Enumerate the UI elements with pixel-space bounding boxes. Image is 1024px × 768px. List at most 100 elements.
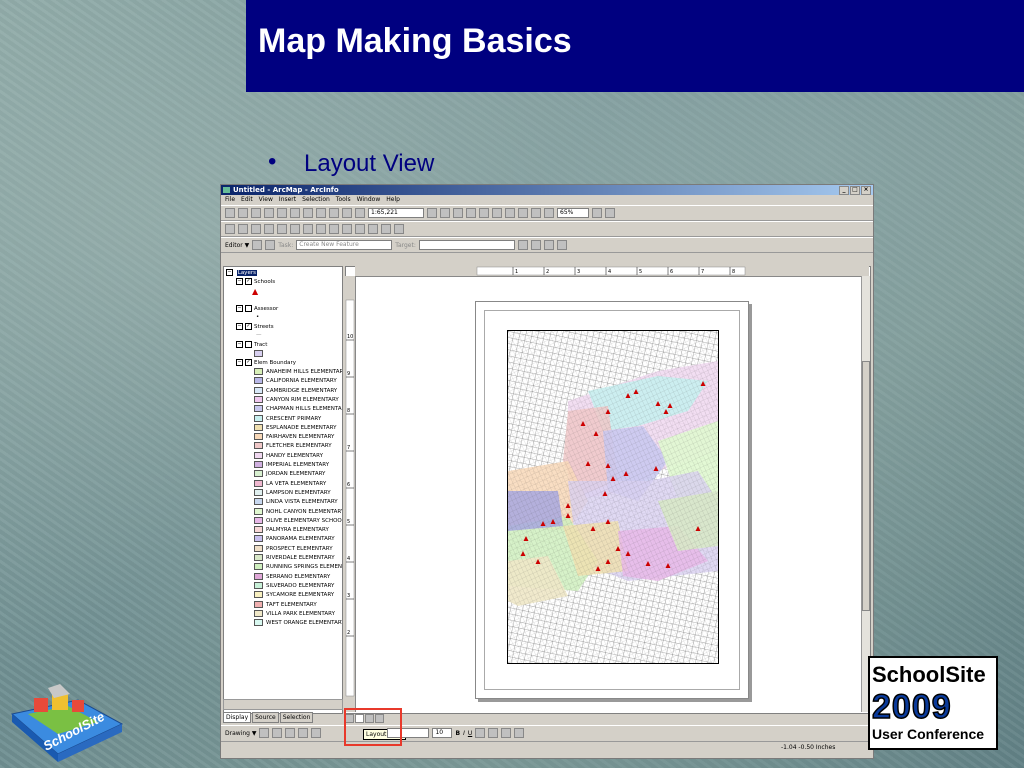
collapse-icon[interactable]: − — [226, 269, 233, 276]
layers-title[interactable]: Layers — [236, 270, 257, 276]
add-data-icon[interactable] — [355, 208, 365, 218]
layer-checkbox[interactable]: ✓ — [245, 278, 252, 285]
italic-button[interactable]: I — [463, 730, 465, 737]
cut-icon[interactable] — [277, 208, 287, 218]
full-extent-icon[interactable] — [290, 224, 300, 234]
font-color-icon[interactable] — [475, 728, 486, 738]
layer-checkbox[interactable] — [245, 305, 252, 312]
zoom-out-icon[interactable] — [238, 224, 248, 234]
paste-icon[interactable] — [303, 208, 313, 218]
layer-tract[interactable]: − Tract — [236, 341, 267, 350]
zoom-to-selected-icon[interactable] — [285, 728, 296, 738]
legend-item: OLIVE ELEMENTARY SCHOOL — [254, 516, 342, 526]
measure-icon[interactable] — [381, 224, 391, 234]
open-icon[interactable] — [238, 208, 248, 218]
attributes-icon[interactable] — [543, 240, 554, 250]
split-tool-icon[interactable] — [517, 240, 528, 250]
delete-icon[interactable] — [316, 208, 326, 218]
hyperlink-icon[interactable] — [394, 224, 404, 234]
toggle-draft-icon[interactable] — [531, 208, 541, 218]
tab-display[interactable]: Display — [223, 712, 252, 723]
select-elements-arrow-icon[interactable] — [259, 728, 270, 738]
layer-checkbox[interactable]: ✓ — [245, 323, 252, 330]
layers-root[interactable]: − Layers — [226, 269, 257, 278]
change-layout-icon[interactable] — [592, 208, 602, 218]
font-size-combo[interactable]: 10 — [432, 728, 453, 738]
menu-tools[interactable]: Tools — [336, 195, 351, 205]
undo-icon[interactable] — [329, 208, 339, 218]
whats-this-icon[interactable] — [466, 208, 476, 218]
editor-menu[interactable]: Editor ▼ — [225, 242, 249, 249]
command-line-icon[interactable] — [453, 208, 463, 218]
tab-selection[interactable]: Selection — [279, 712, 314, 723]
data-frame-map[interactable] — [507, 330, 719, 664]
rotate-icon[interactable] — [272, 728, 283, 738]
menu-view[interactable]: View — [259, 195, 273, 205]
find-icon[interactable] — [368, 224, 378, 234]
collapse-icon[interactable]: − — [236, 359, 243, 366]
sketch-tool-icon[interactable] — [265, 240, 276, 250]
toc-horizontal-scrollbar[interactable] — [223, 699, 343, 710]
zoom-combo[interactable]: 65% — [557, 208, 589, 218]
new-icon[interactable] — [225, 208, 235, 218]
target-combo[interactable] — [418, 240, 515, 250]
layer-streets[interactable]: − ✓ Streets — [236, 323, 274, 332]
collapse-icon[interactable]: − — [236, 323, 243, 330]
select-elements-icon[interactable] — [342, 224, 352, 234]
menu-window[interactable]: Window — [357, 195, 381, 205]
minimize-button[interactable]: _ — [839, 186, 849, 195]
line-color-icon[interactable] — [501, 728, 512, 738]
fixed-zoom-out-icon[interactable] — [264, 224, 274, 234]
edit-tool-icon[interactable] — [252, 240, 263, 250]
legend-item: ANAHEIM HILLS ELEMENTARY — [254, 368, 342, 377]
menu-insert[interactable]: Insert — [279, 195, 296, 205]
underline-button[interactable]: U — [468, 730, 472, 737]
legend-swatch — [254, 609, 263, 617]
print-icon[interactable] — [264, 208, 274, 218]
layer-checkbox[interactable] — [245, 341, 252, 348]
redo-icon[interactable] — [342, 208, 352, 218]
menu-file[interactable]: File — [225, 195, 235, 205]
focus-frame-icon[interactable] — [544, 208, 554, 218]
close-button[interactable]: × — [861, 186, 871, 195]
layer-elem-boundary[interactable]: − ✓ Elem Boundary — [236, 359, 296, 368]
back-extent-icon[interactable] — [303, 224, 313, 234]
editor-toolbar-icon[interactable] — [427, 208, 437, 218]
bold-button[interactable]: B — [455, 730, 460, 737]
fill-color-icon[interactable] — [488, 728, 499, 738]
forward-extent-icon[interactable] — [316, 224, 326, 234]
marker-color-icon[interactable] — [514, 728, 525, 738]
copy-icon[interactable] — [290, 208, 300, 218]
collapse-icon[interactable]: − — [236, 341, 243, 348]
scrollbar-thumb[interactable] — [862, 361, 870, 611]
layout-vertical-scrollbar[interactable] — [861, 276, 870, 712]
layout-settings-icon[interactable] — [605, 208, 615, 218]
zoom-whole-page-icon[interactable] — [479, 208, 489, 218]
task-combo[interactable]: Create New Feature — [296, 240, 393, 250]
menu-help[interactable]: Help — [386, 195, 400, 205]
zoom-100-icon[interactable] — [518, 208, 528, 218]
layer-checkbox[interactable]: ✓ — [245, 359, 252, 366]
zoom-in-fixed-icon[interactable] — [492, 208, 502, 218]
menu-selection[interactable]: Selection — [302, 195, 330, 205]
sketch-properties-icon[interactable] — [556, 240, 567, 250]
select-features-icon[interactable] — [329, 224, 339, 234]
fixed-zoom-in-icon[interactable] — [251, 224, 261, 234]
tab-source[interactable]: Source — [252, 712, 279, 723]
layer-schools[interactable]: − ✓ Schools — [236, 278, 275, 287]
drawing-menu[interactable]: Drawing ▼ — [225, 730, 256, 737]
collapse-icon[interactable]: − — [236, 305, 243, 312]
rotate-tool-icon[interactable] — [530, 240, 541, 250]
pan-icon[interactable] — [277, 224, 287, 234]
arctoolbox-icon[interactable] — [440, 208, 450, 218]
maximize-button[interactable]: □ — [850, 186, 860, 195]
collapse-icon[interactable]: − — [236, 278, 243, 285]
zoom-out-fixed-icon[interactable] — [505, 208, 515, 218]
text-icon[interactable] — [311, 728, 322, 738]
zoom-in-icon[interactable] — [225, 224, 235, 234]
menu-edit[interactable]: Edit — [241, 195, 253, 205]
scale-combo[interactable]: 1:65,221 — [368, 208, 424, 218]
identify-icon[interactable] — [355, 224, 365, 234]
rectangle-icon[interactable] — [298, 728, 309, 738]
save-icon[interactable] — [251, 208, 261, 218]
